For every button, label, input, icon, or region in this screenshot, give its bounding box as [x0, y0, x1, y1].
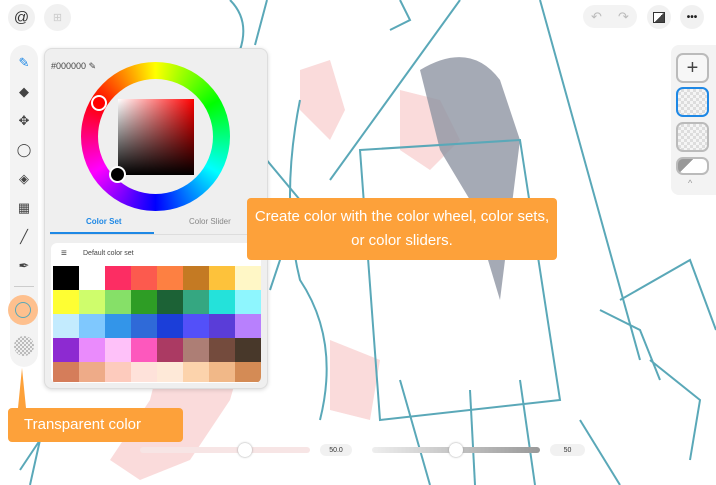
color-swatch[interactable]	[79, 314, 105, 338]
color-swatch[interactable]	[53, 338, 79, 362]
color-swatch[interactable]	[183, 362, 209, 382]
color-swatch[interactable]	[105, 362, 131, 382]
color-swatch[interactable]	[183, 290, 209, 314]
color-swatch[interactable]	[235, 290, 261, 314]
edit-pencil-icon[interactable]: ✎	[89, 61, 97, 71]
add-layer-button[interactable]: +	[676, 53, 709, 83]
undo-icon[interactable]: ↶	[591, 9, 602, 25]
color-swatch[interactable]	[53, 266, 79, 290]
color-swatch[interactable]	[105, 266, 131, 290]
color-swatch[interactable]	[209, 290, 235, 314]
brush-size-value[interactable]: 50.0	[320, 444, 352, 456]
divider	[14, 286, 34, 287]
import-button[interactable]: ⊞	[44, 4, 71, 31]
color-swatch[interactable]	[235, 338, 261, 362]
info-callout: Create color with the color wheel, color…	[247, 198, 557, 260]
color-swatch[interactable]	[209, 266, 235, 290]
line-tool-icon[interactable]: ╱	[14, 227, 34, 247]
color-swatch[interactable]	[209, 338, 235, 362]
color-swatch[interactable]	[79, 338, 105, 362]
gallery-icon	[653, 11, 665, 23]
pen-tool-icon[interactable]: ✎	[14, 53, 34, 73]
tab-color-set[interactable]: Color Set	[86, 217, 122, 226]
color-swatch[interactable]	[209, 362, 235, 382]
hex-value[interactable]: #000000 ✎	[51, 61, 96, 72]
background-layer[interactable]	[676, 157, 709, 175]
color-swatch[interactable]	[183, 314, 209, 338]
spiral-logo-icon: @	[13, 9, 30, 26]
gallery-button[interactable]	[647, 5, 671, 29]
color-swatch[interactable]	[131, 314, 157, 338]
opacity-value[interactable]: 50	[550, 444, 585, 456]
color-swatch[interactable]	[183, 266, 209, 290]
import-icon: ⊞	[52, 12, 63, 24]
color-swatch[interactable]	[235, 266, 261, 290]
redo-icon[interactable]: ↷	[618, 9, 629, 25]
brush-size-slider[interactable]	[140, 447, 310, 453]
color-swatch[interactable]	[235, 314, 261, 338]
current-color-button[interactable]	[8, 295, 38, 325]
tab-color-slider[interactable]: Color Slider	[189, 217, 231, 226]
color-swatch[interactable]	[131, 338, 157, 362]
color-picker-popup: #000000 ✎ Color Set Color Slider ≡ Defau…	[44, 48, 268, 389]
color-swatch[interactable]	[79, 362, 105, 382]
grid-tool-icon[interactable]: ▦	[14, 198, 34, 218]
color-swatch[interactable]	[157, 338, 183, 362]
app-logo-button[interactable]: @	[8, 4, 35, 31]
color-swatch[interactable]	[79, 290, 105, 314]
color-swatch[interactable]	[235, 362, 261, 382]
layer-panel: + ^	[671, 45, 716, 195]
menu-icon[interactable]: ≡	[61, 248, 67, 259]
hue-handle[interactable]	[91, 95, 107, 111]
color-swatch[interactable]	[53, 314, 79, 338]
color-swatch[interactable]	[157, 362, 183, 382]
color-swatch[interactable]	[157, 314, 183, 338]
eyedropper-tool-icon[interactable]: ✒	[14, 256, 34, 276]
layer-thumbnail-active[interactable]	[676, 87, 709, 117]
color-swatch[interactable]	[157, 266, 183, 290]
color-swatch[interactable]	[53, 362, 79, 382]
color-swatch[interactable]	[105, 290, 131, 314]
color-handle[interactable]	[109, 166, 126, 183]
color-set-name[interactable]: Default color set	[83, 250, 134, 257]
color-swatch[interactable]	[79, 266, 105, 290]
transparent-color-button[interactable]	[14, 336, 34, 356]
more-button[interactable]: •••	[680, 5, 704, 29]
color-swatch[interactable]	[131, 266, 157, 290]
eraser-tool-icon[interactable]: ◆	[14, 82, 34, 102]
color-swatch[interactable]	[183, 338, 209, 362]
color-swatch[interactable]	[105, 314, 131, 338]
layer-thumbnail[interactable]	[676, 122, 709, 152]
opacity-knob[interactable]	[449, 443, 463, 457]
color-swatch[interactable]	[105, 338, 131, 362]
color-swatch[interactable]	[157, 290, 183, 314]
color-swatch[interactable]	[53, 290, 79, 314]
tool-bar: ✎ ◆ ✥ ◯ ◈ ▦ ╱ ✒	[8, 45, 38, 367]
color-swatch[interactable]	[131, 290, 157, 314]
transparent-callout: Transparent color	[8, 408, 183, 442]
lasso-tool-icon[interactable]: ◯	[14, 140, 34, 160]
fill-tool-icon[interactable]: ◈	[14, 169, 34, 189]
color-ring-icon	[15, 302, 31, 318]
color-swatch[interactable]	[209, 314, 235, 338]
chevron-up-icon[interactable]: ^	[688, 178, 692, 188]
saturation-value-square[interactable]	[118, 99, 194, 175]
swatch-grid	[53, 266, 261, 382]
move-tool-icon[interactable]: ✥	[14, 111, 34, 131]
color-swatch[interactable]	[131, 362, 157, 382]
color-set-panel: ≡ Default color set	[51, 243, 261, 383]
callout-pointer	[18, 368, 26, 408]
